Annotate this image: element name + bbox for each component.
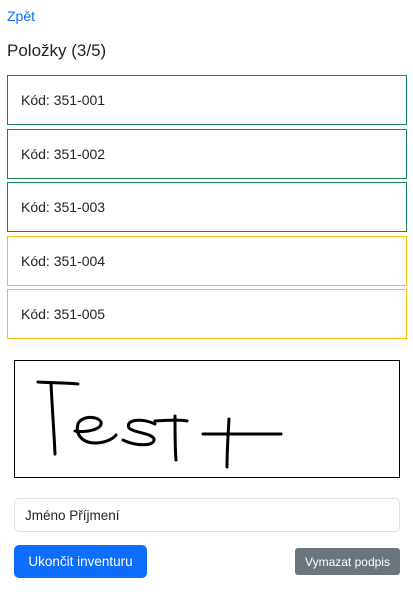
items-list: Kód: 351-001 Kód: 351-002 Kód: 351-003 K… <box>7 75 407 343</box>
back-link[interactable]: Zpět <box>7 8 35 24</box>
item-code-label: Kód: 351-003 <box>21 199 106 215</box>
signature-pad[interactable] <box>14 360 400 478</box>
page-title: Položky (3/5) <box>7 41 107 60</box>
list-item[interactable]: Kód: 351-004 <box>7 235 407 286</box>
item-code-label: Kód: 351-002 <box>21 145 106 162</box>
signature-drawing <box>36 380 283 469</box>
list-item[interactable]: Kód: 351-001 <box>7 75 407 125</box>
name-field[interactable] <box>14 498 400 532</box>
item-code-label: Kód: 351-005 <box>21 306 106 322</box>
list-item[interactable]: Kód: 351-003 <box>7 182 407 232</box>
finish-inventory-button[interactable]: Ukončit inventuru <box>14 545 147 578</box>
item-code-label: Kód: 351-004 <box>21 252 106 269</box>
clear-signature-button[interactable]: Vymazat podpis <box>295 548 400 575</box>
list-item[interactable]: Kód: 351-005 <box>7 289 407 339</box>
item-code-label: Kód: 351-001 <box>21 92 106 108</box>
list-item[interactable]: Kód: 351-002 <box>7 128 407 179</box>
